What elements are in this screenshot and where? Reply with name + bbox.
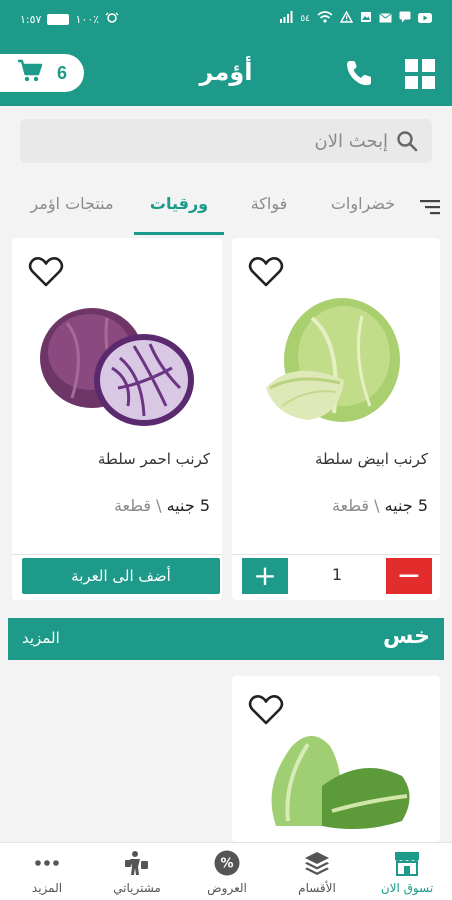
nav-label: مشترياتي	[113, 881, 161, 895]
favorite-heart-icon[interactable]	[28, 256, 64, 292]
battery-icon	[47, 14, 70, 25]
active-tab-indicator	[134, 232, 224, 235]
nav-label: تسوق الان	[380, 881, 434, 895]
message-icon	[399, 11, 411, 26]
status-time: ١:٥٧	[20, 13, 42, 26]
phone-icon[interactable]	[344, 58, 374, 88]
section-header-lettuce: خس المزيد	[8, 618, 444, 660]
product-price: 5 جنيه	[166, 496, 210, 515]
nav-more[interactable]: المزيد	[2, 843, 92, 900]
grid-menu-icon[interactable]	[404, 58, 436, 90]
mail-icon	[379, 12, 392, 26]
product-unit: \ قطعة	[331, 496, 380, 515]
product-price-row: 5 جنيه \ قطعة	[114, 496, 210, 515]
alert-icon	[339, 10, 354, 26]
product-price-row: 5 جنيه \ قطعة	[332, 496, 428, 515]
status-bar: ١:٥٧ ١٠٠٪ ٥٤	[0, 0, 452, 38]
white-cabbage-image	[252, 288, 418, 433]
search-icon[interactable]	[396, 130, 418, 156]
product-name: كرنب احمر سلطة	[97, 450, 210, 468]
svg-text:%: %	[220, 857, 233, 872]
nav-shop-now[interactable]: تسوق الان	[362, 843, 452, 900]
tab-oamr-products[interactable]: منتجات اؤمر	[20, 194, 124, 213]
image-icon	[360, 11, 372, 26]
wifi-icon	[317, 11, 333, 26]
product-unit: \ قطعة	[113, 496, 162, 515]
nav-label: المزيد	[31, 881, 63, 895]
lettuce-image	[252, 726, 418, 836]
nav-label: الأقسام	[298, 881, 336, 895]
nav-label: العروض	[207, 881, 247, 895]
assistant-icon	[105, 12, 119, 27]
search-bar	[20, 119, 432, 163]
section-title: خس	[383, 624, 430, 649]
tab-vegetables[interactable]: خضراوات	[326, 194, 400, 213]
product-name: كرنب ابيض سلطة	[315, 450, 428, 468]
youtube-icon	[418, 12, 432, 26]
increase-quantity-button[interactable]: +	[242, 558, 288, 594]
signal-icon	[279, 11, 293, 26]
product-price: 5 جنيه	[384, 496, 428, 515]
card-divider	[12, 554, 222, 555]
product-card-lettuce[interactable]	[232, 676, 440, 842]
favorite-heart-icon[interactable]	[248, 256, 284, 292]
card-divider	[232, 554, 440, 555]
nav-offers[interactable]: % العروض	[182, 843, 272, 900]
nav-purchases[interactable]: مشترياتي	[92, 843, 182, 900]
app-bar: 6 أؤمر	[0, 38, 452, 106]
product-card-white-cabbage[interactable]: كرنب ابيض سلطة 5 جنيه \ قطعة + 1 −	[232, 238, 440, 600]
app-title: أؤمر	[199, 58, 253, 86]
nav-categories[interactable]: الأقسام	[272, 843, 362, 900]
red-cabbage-image	[32, 288, 198, 433]
bottom-navigation: تسوق الان الأقسام % العروض مشترياتي المز…	[0, 842, 452, 900]
sort-filter-icon[interactable]	[420, 198, 442, 220]
status-left: ١:٥٧ ١٠٠٪	[20, 12, 119, 27]
network-speed: ٥٤	[300, 13, 310, 24]
category-tabs: خضراوات فواكة ورقيات منتجات اؤمر	[0, 180, 452, 236]
product-card-red-cabbage[interactable]: كرنب احمر سلطة 5 جنيه \ قطعة أضف الى الع…	[12, 238, 222, 600]
decrease-quantity-button[interactable]: −	[386, 558, 432, 594]
add-to-cart-button[interactable]: أضف الى العربة	[22, 558, 220, 594]
section-more-link[interactable]: المزيد	[22, 629, 60, 647]
favorite-heart-icon[interactable]	[248, 694, 284, 730]
battery-text: ١٠٠٪	[75, 13, 100, 26]
quantity-value: 1	[331, 565, 343, 584]
search-input[interactable]	[20, 119, 400, 163]
tab-leafy[interactable]: ورقيات	[140, 194, 218, 213]
tab-fruits[interactable]: فواكة	[236, 194, 302, 213]
status-right: ٥٤	[279, 10, 432, 26]
